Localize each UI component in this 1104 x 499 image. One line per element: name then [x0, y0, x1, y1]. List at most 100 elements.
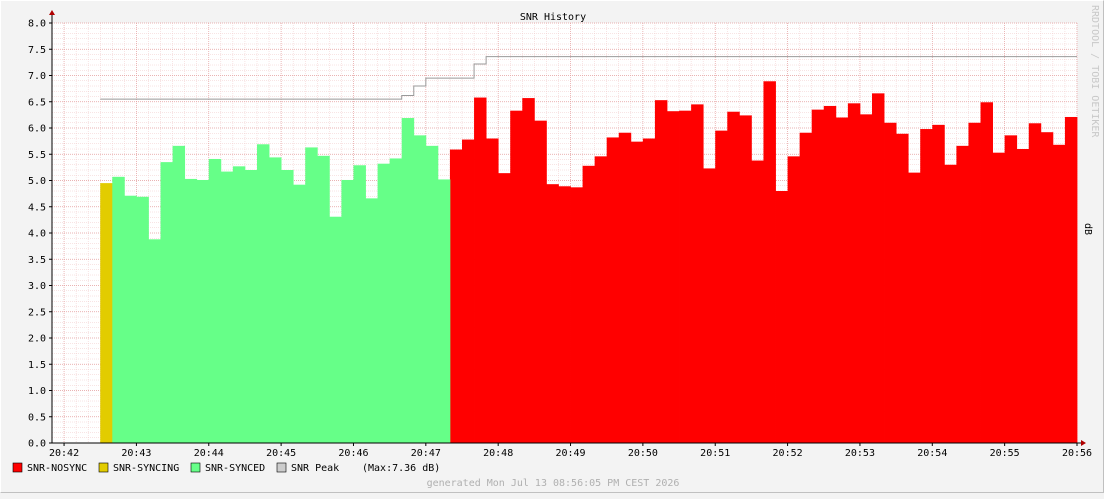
legend-peak-note: (Max:7.36 dB) — [362, 463, 440, 474]
area-step-snr-nosync — [1028, 123, 1042, 444]
area-step-snr-nosync — [1016, 149, 1030, 443]
x-axis-arrow — [1081, 440, 1086, 446]
area-step-snr-nosync — [872, 93, 885, 443]
x-tick-label: 20:51 — [700, 448, 730, 459]
area-step-snr-nosync — [908, 172, 921, 443]
area-step-snr-synced — [305, 147, 318, 444]
x-tick-label: 20:47 — [411, 448, 441, 459]
area-step-snr-synced — [220, 171, 234, 443]
x-tick-label: 20:54 — [917, 448, 947, 459]
area-step-snr-nosync — [462, 139, 475, 444]
area-step-snr-nosync — [510, 110, 523, 444]
area-step-snr-nosync — [884, 122, 897, 443]
area-step-snr-synced — [172, 145, 186, 443]
area-step-snr-nosync — [654, 100, 668, 444]
y-tick-label: 8.0 — [28, 19, 46, 30]
x-tick-label: 20:43 — [121, 448, 151, 459]
area-step-snr-synced — [389, 158, 403, 443]
area-step-snr-nosync — [1040, 132, 1054, 443]
area-step-snr-nosync — [775, 191, 788, 443]
x-tick-label: 20:45 — [266, 448, 296, 459]
area-step-snr-nosync — [992, 152, 1006, 444]
area-step-snr-synced — [257, 144, 270, 443]
y-tick-label: 6.5 — [28, 97, 46, 108]
area-step-snr-synced — [281, 170, 294, 443]
area-step-snr-nosync — [594, 156, 608, 443]
legend-label-peak: SNR Peak — [291, 463, 339, 474]
y-axis-label: dB — [1082, 223, 1093, 235]
area-step-snr-nosync — [703, 168, 716, 444]
x-tick-label: 20:56 — [1062, 448, 1092, 459]
x-tick-label: 20:53 — [845, 448, 875, 459]
area-step-snr-nosync — [932, 124, 945, 443]
y-tick-label: 1.0 — [28, 386, 46, 397]
x-tick-label: 20:52 — [773, 448, 803, 459]
area-step-snr-synced — [365, 198, 378, 443]
area-step-snr-synced — [148, 239, 161, 443]
area-step-snr-synced — [196, 179, 210, 443]
area-step-snr-synced — [341, 179, 354, 443]
area-step-snr-synced — [244, 170, 258, 443]
area-step-snr-synced — [208, 158, 222, 443]
area-step-snr-nosync — [679, 110, 692, 444]
area-step-snr-nosync — [944, 164, 957, 443]
area-step-snr-synced — [401, 118, 415, 444]
area-step-snr-nosync — [896, 133, 909, 443]
chart-frame: 0.0 0.5 1.0 1.5 2.0 2.5 3.0 3.5 4.0 4.5 5.0 5.5 6.0 6… — [0, 0, 1104, 493]
y-tick-label: 3.0 — [28, 281, 46, 292]
snr-history-chart: 0.0 0.5 1.0 1.5 2.0 2.5 3.0 3.5 4.0 4.5 5.0 5.5 6.0 6… — [12, 5, 1100, 489]
area-step-snr-nosync — [980, 102, 993, 444]
legend-swatch-peak — [276, 462, 287, 473]
area-step-snr-nosync — [498, 173, 511, 443]
y-tick-label: 5.5 — [28, 150, 46, 161]
area-step-snr-synced — [329, 216, 342, 443]
y-tick-label: 0.5 — [28, 412, 46, 423]
area-step-snr-nosync — [570, 187, 583, 443]
area-step-snr-synced — [353, 165, 366, 443]
area-step-snr-syncing — [100, 183, 113, 443]
area-step-snr-nosync — [546, 184, 559, 444]
x-tick-label: 20:46 — [338, 448, 368, 459]
x-tick-label: 20:50 — [628, 448, 658, 459]
x-tick-label: 20:44 — [194, 448, 224, 459]
legend-label-syncing: SNR-SYNCING — [113, 463, 179, 474]
area-step-snr-nosync — [486, 138, 499, 443]
area-step-snr-synced — [425, 145, 439, 443]
area-step-snr-synced — [413, 135, 427, 443]
area-step-snr-nosync — [811, 109, 825, 443]
area-step-snr-synced — [377, 163, 391, 443]
area-step-snr-synced — [184, 178, 198, 444]
area-step-snr-nosync — [691, 104, 704, 443]
area-step-snr-nosync — [534, 120, 547, 444]
x-tick-labels: 20:42 20:43 20:44 20:45 20:46 20:47 20:48 20:49… — [49, 448, 1092, 459]
area-step-snr-nosync — [582, 165, 596, 444]
area-step-snr-synced — [136, 196, 149, 443]
y-axis-arrow — [49, 10, 55, 15]
area-step-snr-synced — [437, 179, 451, 443]
area-step-snr-nosync — [1004, 135, 1018, 443]
area-step-snr-nosync — [558, 186, 571, 443]
area-step-snr-synced — [269, 157, 282, 443]
area-step-snr-synced — [124, 195, 137, 443]
area-step-snr-nosync — [835, 117, 849, 443]
y-tick-label: 7.5 — [28, 45, 46, 56]
area-step-snr-nosync — [859, 114, 873, 443]
area-step-snr-nosync — [956, 145, 969, 443]
area-step-snr-nosync — [522, 98, 535, 443]
area-step-snr-nosync — [823, 105, 837, 443]
y-tick-label: 6.0 — [28, 124, 46, 135]
area-step-snr-synced — [112, 176, 125, 443]
chart-title: SNR History — [520, 12, 586, 23]
area-step-snr-synced — [232, 166, 246, 443]
area-step-snr-nosync — [642, 138, 656, 443]
area-step-snr-nosync — [739, 115, 752, 444]
y-tick-label: 3.5 — [28, 255, 46, 266]
area-step-snr-nosync — [474, 97, 487, 444]
area-step-snr-synced — [293, 184, 306, 443]
x-tick-label: 20:42 — [49, 448, 79, 459]
area-step-snr-nosync — [787, 156, 801, 443]
area-step-snr-synced — [160, 162, 173, 443]
y-tick-label: 4.0 — [28, 229, 46, 240]
legend-swatch-synced — [190, 462, 201, 473]
y-tick-label: 1.5 — [28, 360, 46, 371]
